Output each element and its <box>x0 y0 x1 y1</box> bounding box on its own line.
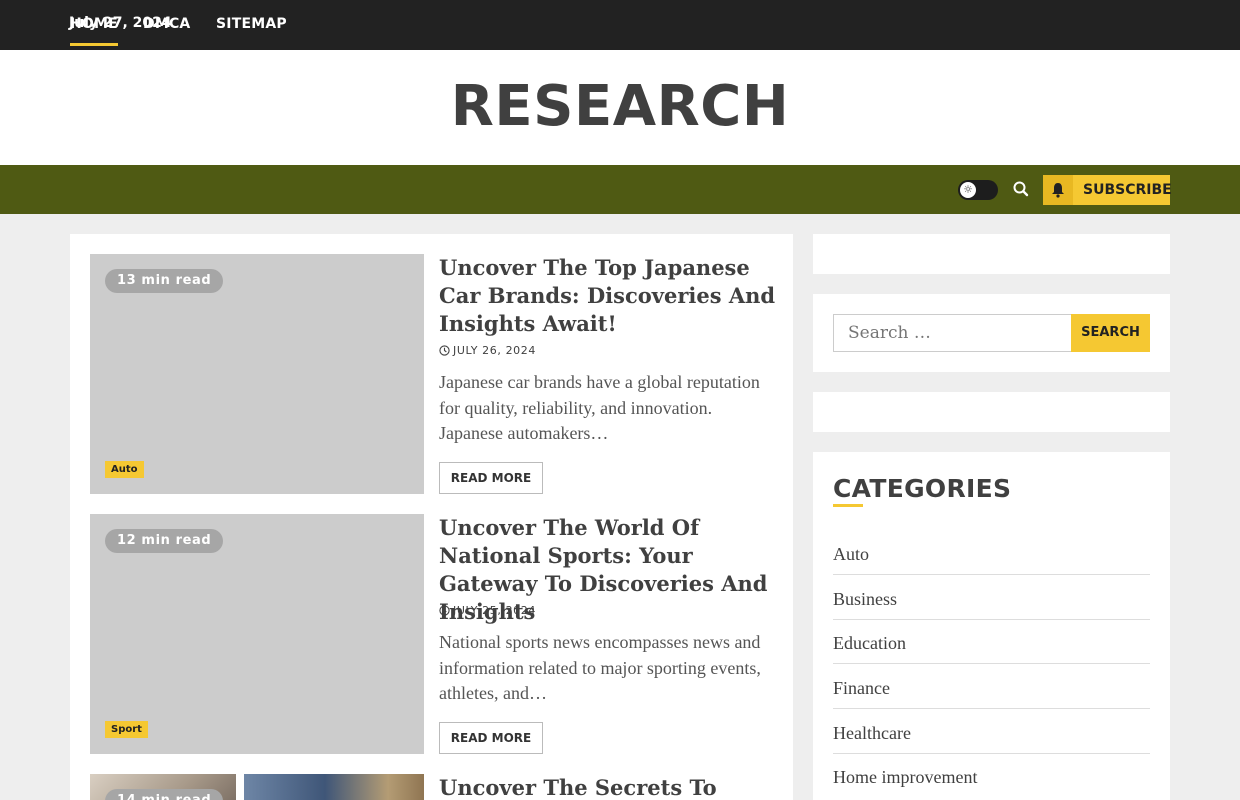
category-link[interactable]: Education <box>833 633 1150 678</box>
subscribe-label: Subscribe <box>1083 182 1172 198</box>
post-thumbnail[interactable]: 13 min read Auto <box>90 254 424 494</box>
dark-mode-toggle[interactable]: ☼ <box>958 180 998 200</box>
category-label[interactable]: Education <box>833 633 906 654</box>
post-date-text: July 26, 2024 <box>453 344 536 357</box>
bell-icon <box>1043 175 1073 205</box>
post-date-text: July 25, 2024 <box>453 604 536 617</box>
category-link[interactable]: Home improvement <box>833 767 1150 800</box>
subscribe-button[interactable]: Subscribe <box>1043 175 1172 205</box>
read-time-badge: 12 min read <box>105 529 224 553</box>
clock-icon <box>439 345 450 356</box>
post-excerpt: Japanese car brands have a global reputa… <box>439 372 760 443</box>
masthead: RESEARCH <box>0 50 1240 165</box>
divider <box>833 663 1150 664</box>
sun-icon: ☼ <box>960 182 976 198</box>
divider <box>833 753 1150 754</box>
category-link[interactable]: Finance <box>833 678 1150 723</box>
post-card: 14 min read Uncover The Secrets To <box>90 774 780 800</box>
post-thumbnail-secondary[interactable] <box>244 774 424 800</box>
post-date: July 26, 2024 <box>439 344 536 357</box>
category-label[interactable]: Home improvement <box>833 767 977 788</box>
nav-item-home[interactable]: Home <box>70 16 118 46</box>
search-button[interactable]: Search <box>1071 314 1150 352</box>
category-label[interactable]: Business <box>833 589 897 610</box>
category-link[interactable]: Healthcare <box>833 723 1150 768</box>
post-card: 12 min read Sport Uncover The World Of N… <box>90 514 780 754</box>
category-link[interactable]: Business <box>833 589 1150 634</box>
clock-icon <box>439 605 450 616</box>
nav-item-sitemap[interactable]: Sitemap <box>216 16 287 32</box>
search-input[interactable] <box>833 314 1071 352</box>
category-badge[interactable]: Auto <box>105 461 144 478</box>
sidebar-widget-empty <box>813 234 1170 274</box>
post-title[interactable]: Uncover The Secrets To <box>439 774 717 800</box>
read-more-button[interactable]: Read More <box>439 722 543 754</box>
read-more-button[interactable]: Read More <box>439 462 543 494</box>
search-icon[interactable] <box>1012 180 1030 198</box>
read-time-badge: 14 min read <box>105 789 224 800</box>
post-thumbnail[interactable]: 12 min read Sport <box>90 514 424 754</box>
divider <box>833 619 1150 620</box>
category-label[interactable]: Auto <box>833 544 869 565</box>
nav-item-dmca[interactable]: DMCA <box>143 16 190 32</box>
category-link[interactable]: Auto <box>833 544 1150 589</box>
divider <box>833 708 1150 709</box>
post-excerpt: National sports news encompasses news an… <box>439 632 761 703</box>
divider <box>833 574 1150 575</box>
read-time-badge: 13 min read <box>105 269 224 293</box>
categories-heading: CATEGORIES <box>833 474 1012 503</box>
category-badge[interactable]: Sport <box>105 721 148 738</box>
heading-underline <box>833 504 863 507</box>
site-title[interactable]: RESEARCH <box>0 74 1240 139</box>
sidebar-widget-empty <box>813 392 1170 432</box>
category-label[interactable]: Healthcare <box>833 723 911 744</box>
post-card: 13 min read Auto Uncover The Top Japanes… <box>90 254 780 494</box>
category-label[interactable]: Finance <box>833 678 890 699</box>
post-date: July 25, 2024 <box>439 604 536 617</box>
post-title[interactable]: Uncover The Top Japanese Car Brands: Dis… <box>439 254 779 338</box>
